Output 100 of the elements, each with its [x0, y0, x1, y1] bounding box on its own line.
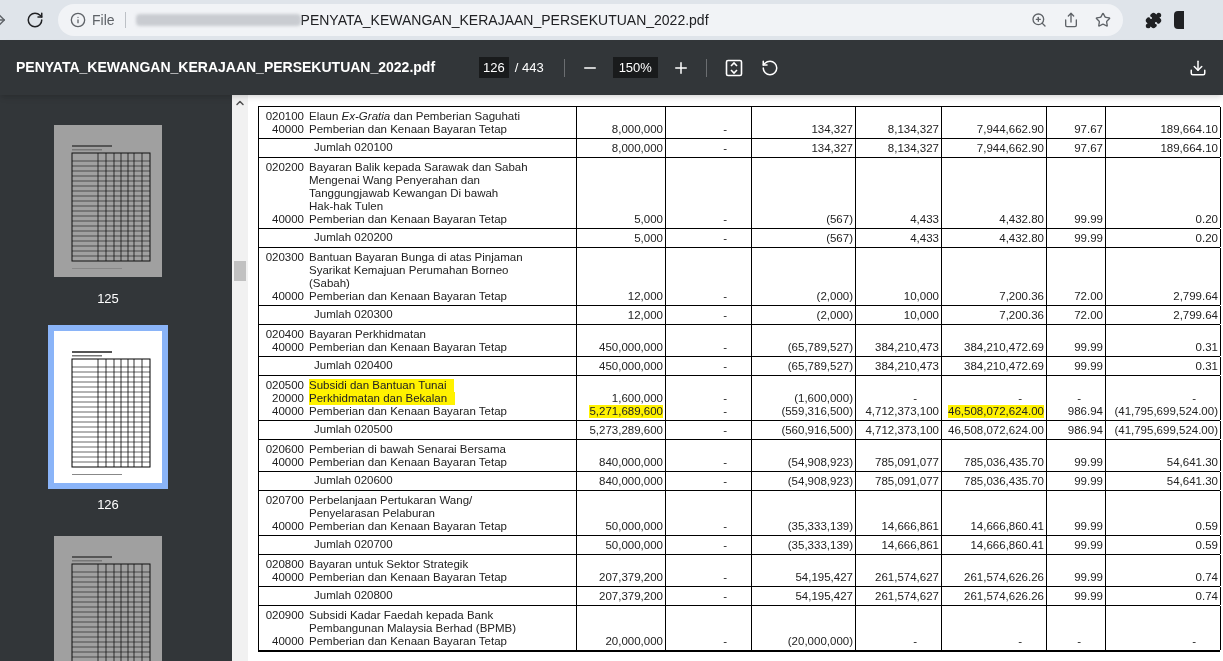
table-cell: -	[723, 341, 727, 354]
share-icon[interactable]	[1063, 12, 1079, 28]
table-cell-text: 14,666,860.41	[970, 538, 1044, 553]
total-label: Jumlah 020500	[314, 423, 393, 435]
table-cell: (54,908,923)	[787, 456, 853, 469]
line-description: Pembangunan Malaysia Berhad (BPMB)	[309, 622, 517, 635]
reload-icon[interactable]	[26, 11, 44, 29]
line-description: Subsidi dan Bantuan Tunai	[309, 379, 455, 392]
table-cell-text: -	[723, 308, 727, 323]
zoom-icon[interactable]	[1031, 12, 1047, 28]
table-cell: -	[1018, 392, 1022, 405]
table-cell: 99.99	[1074, 341, 1103, 354]
table-cell-text: 986.94	[1067, 423, 1103, 438]
table-cell: 7,944,662.90	[976, 123, 1044, 136]
table-cell: 46,508,072,624.00	[948, 405, 1044, 418]
table-cell-text: (560,916,500)	[781, 423, 853, 438]
table-cell-text: 189,664.10	[1160, 141, 1218, 156]
address-bar[interactable]: File PENYATA_KEWANGAN_KERAJAAN_PERSEKUTUAN_2022.pdf	[58, 4, 1123, 36]
table-cell: 261,574,626.26	[964, 571, 1044, 584]
table-cell-text: (54,908,923)	[787, 474, 853, 489]
total-label: Jumlah 020400	[314, 359, 393, 371]
account-code: 40000	[272, 405, 304, 418]
table-cell: 72.00	[1074, 290, 1103, 303]
table-cell-text: (567)	[826, 231, 853, 246]
account-code: 40000	[272, 341, 304, 354]
table-cell-text: -	[723, 359, 727, 374]
table-cell: 2,799.64	[1173, 290, 1218, 303]
table-cell: (559,316,500)	[781, 405, 853, 418]
line-description: Elaun Ex-Gratia dan Pemberian Saguhati	[309, 110, 520, 123]
table-cell-text: 785,036,435.70	[964, 474, 1044, 489]
table-cell: -	[723, 405, 727, 418]
account-code: 40000	[272, 213, 304, 226]
table-cell-text: 50,000,000	[605, 538, 663, 553]
account-code: 40000	[272, 571, 304, 584]
url-text: PENYATA_KEWANGAN_KERAJAAN_PERSEKUTUAN_2022.pdf	[300, 10, 709, 30]
line-description: Pemberian di bawah Senarai Bersama	[309, 443, 506, 456]
table-cell: -	[723, 520, 727, 533]
line-description: Perbelanjaan Pertukaran Wang/	[309, 494, 473, 507]
table-cell-text: 0.74	[1195, 589, 1218, 604]
table-cell-text: 785,091,077	[875, 474, 939, 489]
table-cell-text: 450,000,000	[599, 359, 663, 374]
star-icon[interactable]	[1095, 12, 1111, 28]
line-description: Mengenai Wang Penyerahan dan	[309, 174, 480, 187]
rotate-icon[interactable]	[760, 58, 779, 77]
zoom-field[interactable]: 150%	[612, 57, 658, 78]
table-cell: -	[1192, 635, 1196, 648]
page-label: 126	[97, 495, 119, 514]
page-thumbnail[interactable]	[48, 324, 168, 489]
table-cell: 54,195,427	[795, 571, 853, 584]
table-cell: -	[723, 635, 727, 648]
line-description: Syarikat Kemajuan Perumahan Borneo	[309, 264, 509, 277]
account-code: 020200	[265, 161, 304, 174]
line-description: Bayaran Balik kepada Sarawak dan Sabah	[309, 161, 528, 174]
table-cell: 12,000	[627, 290, 663, 303]
table-cell: -	[723, 213, 727, 226]
account-code: 020700	[265, 494, 304, 507]
table-cell: 384,210,472.69	[964, 341, 1044, 354]
table-cell-text: 12,000	[627, 308, 663, 323]
table-cell: 207,379,200	[599, 571, 663, 584]
table-cell: 4,432.80	[999, 213, 1044, 226]
table-cell-text: -	[723, 141, 727, 156]
table-cell: 14,666,861	[881, 520, 939, 533]
total-label: Jumlah 020800	[314, 589, 393, 601]
line-description: Perkhidmatan dan Bekalan	[309, 392, 456, 405]
puzzle-icon[interactable]	[1145, 11, 1162, 29]
line-description: Pemberian dan Kenaan Bayaran Tetap	[309, 290, 507, 303]
account-code: 40000	[272, 520, 304, 533]
table-cell: 4,433	[910, 213, 939, 226]
table-cell-text: -	[723, 423, 727, 438]
page-number-field[interactable]: 126	[479, 57, 509, 78]
table-cell: -	[913, 392, 917, 405]
table-cell: 1,600,000	[611, 392, 663, 405]
table-cell: 0.59	[1195, 520, 1218, 533]
account-code: 20000	[272, 392, 304, 405]
table-cell-text: 134,327	[811, 141, 853, 156]
info-icon[interactable]	[70, 12, 86, 28]
account-code: 020600	[265, 443, 304, 456]
fit-page-icon[interactable]	[724, 58, 743, 77]
table-cell-text: 207,379,200	[599, 589, 663, 604]
table-cell: 189,664.10	[1160, 123, 1218, 136]
table-cell: (1,600,000)	[794, 392, 853, 405]
table-cell-text: 14,666,861	[881, 538, 939, 553]
table-cell: 134,327	[811, 123, 853, 136]
page-label: 125	[97, 290, 119, 308]
table-cell-text: 46,508,072,624.00	[948, 423, 1044, 438]
line-description: Pemberian dan Kenaan Bayaran Tetap	[309, 571, 507, 584]
scrollbar-thumb[interactable]	[234, 261, 246, 281]
table-cell-text: 54,195,427	[795, 589, 853, 604]
table-cell: -	[1192, 392, 1196, 405]
table-cell-text: (35,333,139)	[787, 538, 853, 553]
table-cell: 785,036,435.70	[964, 456, 1044, 469]
download-icon[interactable]	[1189, 58, 1207, 77]
table-cell-text: 10,000	[903, 308, 939, 323]
account-code: 020500	[265, 379, 304, 392]
table-cell: 50,000,000	[605, 520, 663, 533]
line-description: Bayaran Perkhidmatan	[309, 328, 426, 341]
table-cell: 0.74	[1195, 571, 1218, 584]
table-cell-text: 72.00	[1074, 308, 1103, 323]
table-cell: (2,000)	[816, 290, 853, 303]
table-cell: 10,000	[903, 290, 939, 303]
